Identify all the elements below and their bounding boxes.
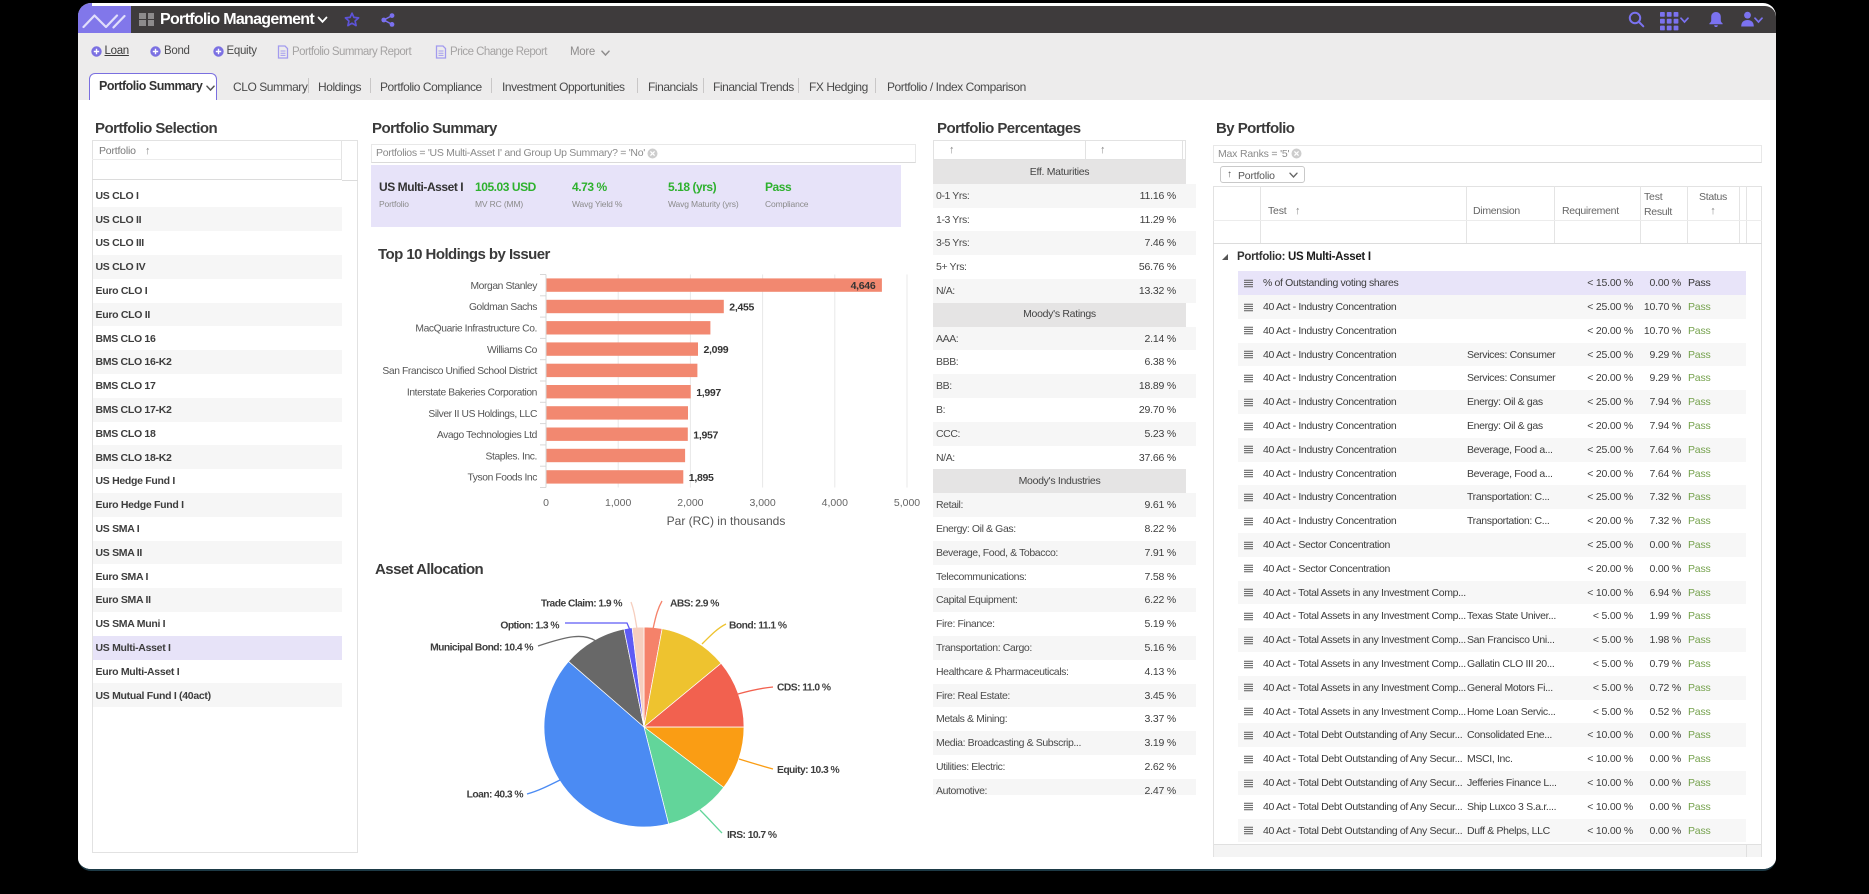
svg-text:Staples. Inc.: Staples. Inc. (486, 451, 537, 462)
svg-text:Morgan Stanley: Morgan Stanley (470, 281, 538, 292)
svg-text:Equity: 10.3 %: Equity: 10.3 % (777, 765, 840, 776)
svg-text:1,000: 1,000 (605, 497, 631, 509)
svg-text:ABS: 2.9 %: ABS: 2.9 % (670, 599, 719, 610)
svg-text:Trade Claim: 1.9 %: Trade Claim: 1.9 % (541, 599, 622, 610)
svg-text:0: 0 (543, 497, 549, 509)
svg-text:IRS: 10.7 %: IRS: 10.7 % (727, 830, 777, 841)
svg-text:3,000: 3,000 (749, 497, 775, 509)
svg-text:Par (RC) in thousands: Par (RC) in thousands (667, 514, 786, 528)
svg-text:Interstate Bakeries Corporatio: Interstate Bakeries Corporation (407, 387, 538, 398)
svg-text:Option: 1.3 %: Option: 1.3 % (500, 621, 559, 632)
svg-text:Goldman Sachs: Goldman Sachs (469, 302, 537, 313)
svg-text:Loan: 40.3 %: Loan: 40.3 % (467, 790, 524, 801)
svg-text:MacQuarie Infrastructure Co.: MacQuarie Infrastructure Co. (415, 324, 537, 335)
svg-text:Municipal Bond: 10.4 %: Municipal Bond: 10.4 % (430, 643, 533, 654)
svg-text:Bond: 11.1 %: Bond: 11.1 % (729, 621, 787, 632)
svg-text:CDS: 11.0 %: CDS: 11.0 % (777, 683, 831, 694)
svg-text:1,957: 1,957 (693, 429, 718, 441)
svg-text:2,000: 2,000 (677, 497, 703, 509)
svg-text:1,895: 1,895 (689, 472, 714, 484)
svg-text:Avago Technologies Ltd: Avago Technologies Ltd (437, 430, 538, 441)
svg-text:Williams Co: Williams Co (487, 345, 538, 356)
svg-text:4,000: 4,000 (822, 497, 848, 509)
svg-text:2,099: 2,099 (704, 344, 729, 356)
svg-text:1,997: 1,997 (696, 387, 721, 399)
svg-text:5,000: 5,000 (894, 497, 920, 509)
svg-text:San Francisco Unified School D: San Francisco Unified School District (382, 366, 537, 377)
svg-text:Tyson Foods Inc: Tyson Foods Inc (467, 473, 537, 484)
svg-text:4,646: 4,646 (851, 280, 876, 292)
svg-text:Silver II US Holdings, LLC: Silver II US Holdings, LLC (428, 409, 538, 420)
svg-text:2,455: 2,455 (729, 302, 754, 314)
